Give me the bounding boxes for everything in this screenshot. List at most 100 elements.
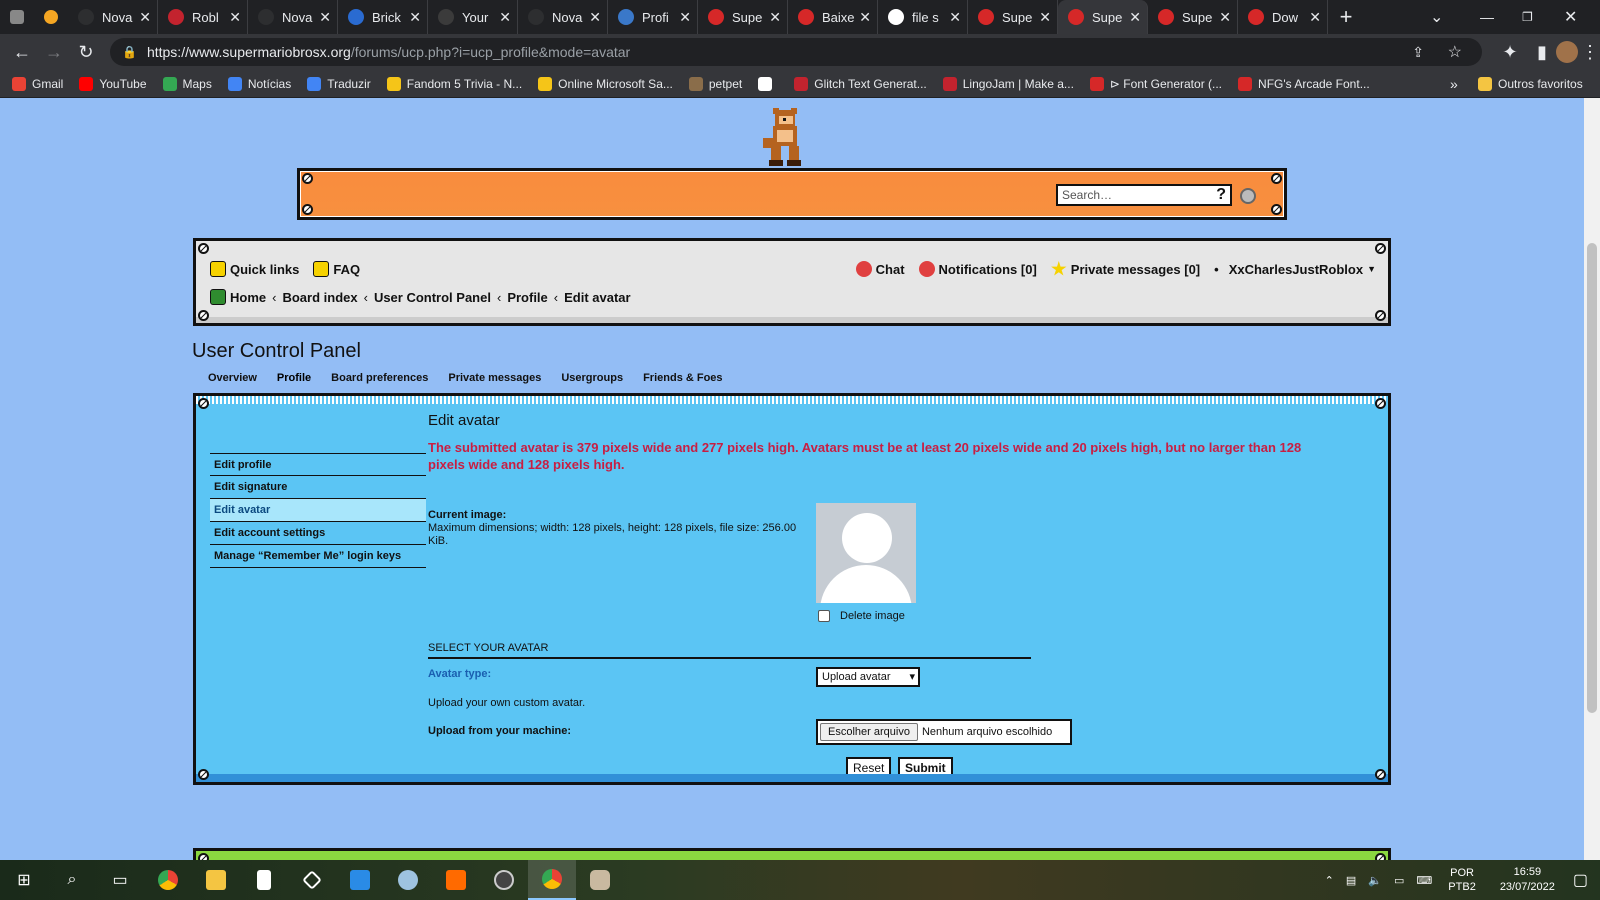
tab-close-icon[interactable]: ✕: [409, 9, 421, 26]
bookmark-item[interactable]: YouTube: [79, 76, 147, 91]
sidebar-item-edit-profile[interactable]: Edit profile: [210, 453, 426, 476]
windows-start-icon[interactable]: ⊞: [0, 860, 48, 900]
tab-close-icon[interactable]: ✕: [949, 9, 961, 26]
browser-tab[interactable]: Baixe ✕: [788, 0, 878, 34]
reload-icon[interactable]: ↻: [70, 42, 102, 63]
bookmark-item[interactable]: ⊳ Font Generator (...: [1089, 76, 1222, 91]
bookmark-item[interactable]: Glitch Text Generat...: [794, 76, 927, 91]
private-messages-link[interactable]: Private messages [0]: [1051, 261, 1200, 277]
bookmark-item[interactable]: NFG's Arcade Font...: [1238, 76, 1370, 91]
choose-file-button[interactable]: Escolher arquivo: [820, 723, 918, 741]
tab-usergroups[interactable]: Usergroups: [561, 372, 623, 384]
tab-search-icon[interactable]: ⌄: [1430, 0, 1443, 34]
bookmark-item[interactable]: Online Microsoft Sa...: [538, 76, 673, 91]
user-menu[interactable]: XxCharlesJustRoblox ▼: [1229, 262, 1376, 277]
forward-icon[interactable]: →: [38, 42, 70, 63]
extensions-icon[interactable]: ✦: [1494, 42, 1526, 63]
browser-tab[interactable]: Supe ✕: [1148, 0, 1238, 34]
volume-icon[interactable]: 🔈: [1368, 874, 1382, 887]
chat-link[interactable]: Chat: [855, 261, 905, 277]
breadcrumb-profile[interactable]: Profile: [507, 290, 547, 305]
tab-close-icon[interactable]: ✕: [319, 9, 331, 26]
browser-tab[interactable]: Supe ✕: [968, 0, 1058, 34]
obs-icon[interactable]: [480, 860, 528, 900]
app-globe-icon[interactable]: [384, 860, 432, 900]
browser-tab[interactable]: Nova ✕: [68, 0, 158, 34]
sidebar-item-edit-account-settings[interactable]: Edit account settings: [210, 522, 426, 545]
tab-profile[interactable]: Profile: [277, 372, 311, 384]
browser-tab[interactable]: Supe ✕: [1058, 0, 1148, 34]
bookmark-item[interactable]: petpet: [688, 76, 742, 91]
tab-private-messages[interactable]: Private messages: [448, 372, 541, 384]
bookmark-star-icon[interactable]: ☆: [1448, 42, 1462, 62]
app-cat-icon[interactable]: [576, 860, 624, 900]
new-tab-button[interactable]: +: [1328, 4, 1364, 30]
browser-tab[interactable]: Your ✕: [428, 0, 518, 34]
file-explorer-icon[interactable]: [192, 860, 240, 900]
breadcrumb-edit-avatar[interactable]: Edit avatar: [564, 290, 630, 305]
bookmark-item[interactable]: Fandom 5 Trivia - N...: [386, 76, 522, 91]
tab-close-icon[interactable]: ✕: [139, 9, 151, 26]
browser-tab[interactable]: Nova ✕: [248, 0, 338, 34]
file-input[interactable]: Escolher arquivo Nenhum arquivo escolhid…: [816, 719, 1072, 745]
tab-close-icon[interactable]: ✕: [1219, 9, 1231, 26]
other-bookmarks-folder[interactable]: Outros favoritos: [1478, 76, 1583, 91]
faq-link[interactable]: FAQ: [313, 261, 360, 277]
breadcrumb-home[interactable]: Home: [230, 290, 266, 305]
notifications-center-icon[interactable]: ▢: [1573, 870, 1588, 890]
tab-close-icon[interactable]: ✕: [1309, 9, 1321, 26]
tab-close-icon[interactable]: ✕: [679, 9, 691, 26]
search-help-icon[interactable]: ?: [1216, 186, 1226, 204]
bookmark-item[interactable]: Notícias: [227, 76, 291, 91]
address-bar[interactable]: 🔒 https://www.supermariobrosx.org/forums…: [110, 38, 1482, 66]
close-window-button[interactable]: ✕: [1564, 0, 1577, 34]
pinned-tab[interactable]: [0, 0, 34, 34]
tab-close-icon[interactable]: ✕: [1039, 9, 1051, 26]
browser-tab[interactable]: Profi ✕: [608, 0, 698, 34]
browser-tab[interactable]: Nova ✕: [518, 0, 608, 34]
app-orange-icon[interactable]: [432, 860, 480, 900]
menu-icon[interactable]: ⋮: [1574, 42, 1600, 63]
advanced-search-icon[interactable]: [1240, 188, 1256, 204]
sidebar-item-remember-me-keys[interactable]: Manage “Remember Me” login keys: [210, 545, 426, 568]
task-view-icon[interactable]: ▭: [96, 860, 144, 900]
bookmark-item[interactable]: Traduzir: [307, 76, 371, 91]
tab-overview[interactable]: Overview: [208, 372, 257, 384]
browser-tab[interactable]: Supe ✕: [698, 0, 788, 34]
delete-image-checkbox[interactable]: [818, 610, 830, 622]
tab-board-preferences[interactable]: Board preferences: [331, 372, 428, 384]
bookmark-item[interactable]: Maps: [162, 76, 212, 91]
keyboard-icon[interactable]: ⌨: [1416, 874, 1432, 887]
breadcrumb-board-index[interactable]: Board index: [282, 290, 357, 305]
sidebar-item-edit-signature[interactable]: Edit signature: [210, 476, 426, 499]
search-input[interactable]: Search… ?: [1056, 184, 1232, 206]
bookmark-item[interactable]: LingoJam | Make a...: [942, 76, 1074, 91]
app-blue-icon[interactable]: [336, 860, 384, 900]
reset-button[interactable]: Reset: [846, 757, 892, 779]
display-icon[interactable]: ▭: [1394, 874, 1404, 887]
tab-close-icon[interactable]: ✕: [859, 9, 871, 26]
side-panel-icon[interactable]: ▮: [1526, 42, 1558, 63]
chrome-icon[interactable]: [144, 860, 192, 900]
avatar-type-select[interactable]: Upload avatar ▾: [816, 667, 920, 687]
tab-close-icon[interactable]: ✕: [499, 9, 511, 26]
bookmark-item[interactable]: Gmail: [12, 76, 63, 91]
network-icon[interactable]: ▤: [1346, 874, 1356, 887]
bookmark-item[interactable]: [758, 76, 778, 91]
browser-tab[interactable]: Dow ✕: [1238, 0, 1328, 34]
tab-close-icon[interactable]: ✕: [769, 9, 781, 26]
browser-tab[interactable]: file s ✕: [878, 0, 968, 34]
tab-close-icon[interactable]: ✕: [1129, 9, 1141, 26]
page-scrollbar[interactable]: [1584, 98, 1600, 860]
quick-links-menu[interactable]: Quick links: [210, 261, 299, 277]
tab-close-icon[interactable]: ✕: [229, 9, 241, 26]
more-bookmarks-icon[interactable]: »: [1450, 76, 1458, 92]
share-icon[interactable]: ⇪: [1412, 44, 1424, 61]
submit-button[interactable]: Submit: [898, 757, 953, 779]
back-icon[interactable]: ←: [6, 42, 38, 63]
notepad-icon[interactable]: [240, 860, 288, 900]
tab-close-icon[interactable]: ✕: [589, 9, 601, 26]
pinned-tab[interactable]: [34, 0, 68, 34]
search-icon[interactable]: ⌕: [48, 860, 96, 900]
scrollbar-thumb[interactable]: [1587, 243, 1597, 713]
